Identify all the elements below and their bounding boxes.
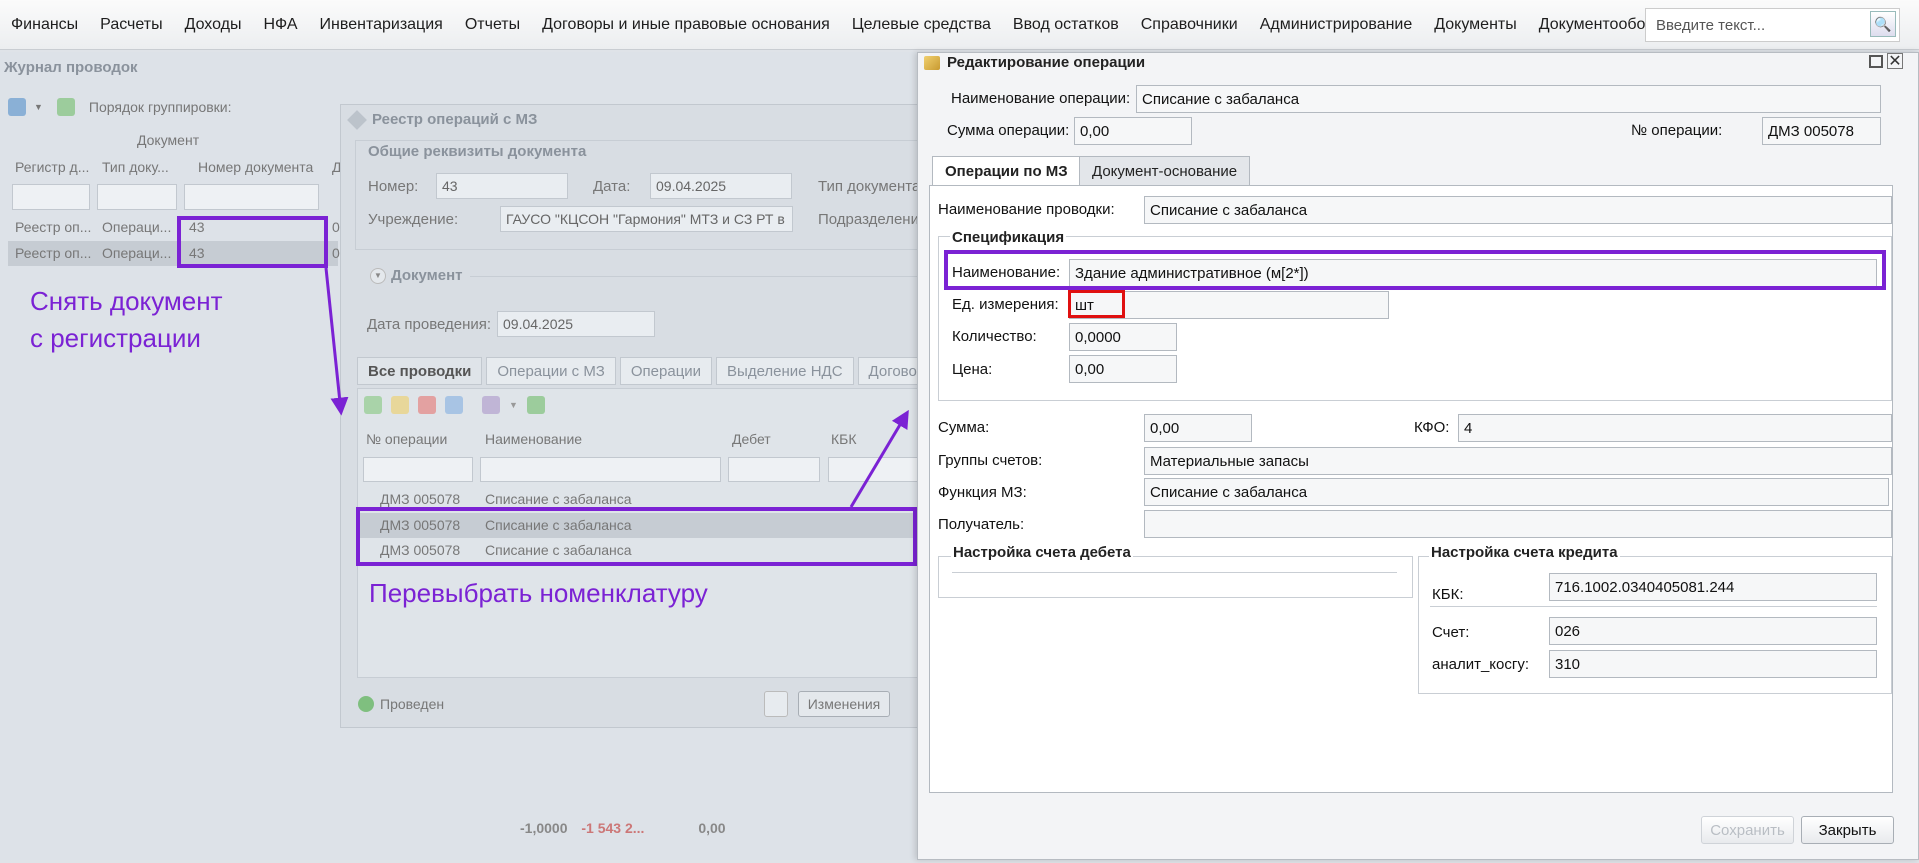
arrow-to-edit-window [849,409,909,508]
op-sum-label: Сумма операции: [947,122,1070,139]
price-field[interactable]: 0,00 [1069,355,1177,383]
mz-function-label: Функция МЗ: [938,484,1027,501]
quantity-label: Количество: [952,328,1037,345]
arrow-to-registry [324,267,349,416]
maximize-icon[interactable] [1869,55,1883,68]
close-icon[interactable]: ✕ [1887,53,1903,70]
close-button[interactable]: Закрыть [1801,816,1894,844]
op-name-field[interactable]: Списание с забаланса [1136,85,1881,113]
account-groups-label: Группы счетов: [938,452,1043,469]
op-number-label: № операции: [1631,122,1723,139]
sum-label: Сумма: [938,419,990,436]
mz-function-field[interactable]: Списание с забаланса [1144,478,1889,506]
recipient-label: Получатель: [938,516,1025,533]
save-button[interactable]: Сохранить [1701,816,1794,844]
price-label: Цена: [952,361,993,378]
debit-settings-section [938,556,1413,598]
highlight-unit [1068,290,1125,318]
op-number-field[interactable]: ДМЗ 005078 [1762,117,1881,145]
highlight-item-name [944,250,1886,290]
account-label: Счет: [1432,624,1470,641]
op-name-label: Наименование операции: [951,90,1131,107]
posting-name-label: Наименование проводки: [938,201,1115,218]
edit-window-icon [924,56,940,70]
credit-settings-title: Настройка счета кредита [1429,544,1620,561]
posting-name-field[interactable]: Списание с забаланса [1144,196,1892,224]
kfo-field[interactable]: 4 [1458,414,1892,442]
recipient-field[interactable] [1144,510,1892,538]
account-groups-field[interactable]: Материальные запасы [1144,447,1892,475]
kosgu-label: аналит_косгу: [1432,656,1530,673]
tab-operations-by-mz[interactable]: Операции по МЗ [932,156,1081,186]
divider [1430,606,1877,607]
sum-field[interactable]: 0,00 [1144,414,1252,442]
account-field[interactable]: 026 [1549,617,1877,645]
debit-settings-title: Настройка счета дебета [951,544,1133,561]
kbk-label: КБК: [1432,586,1464,603]
quantity-field[interactable]: 0,0000 [1069,323,1177,351]
unit-label: Ед. измерения: [952,296,1059,313]
kfo-label: КФО: [1414,419,1450,436]
kbk-field[interactable]: 716.1002.0340405081.244 [1549,573,1877,601]
kosgu-field[interactable]: 310 [1549,650,1877,678]
divider [952,572,1397,573]
tab-base-document[interactable]: Документ-основание [1079,156,1251,186]
edit-window-title: Редактирование операции [947,54,1146,71]
op-sum-field[interactable]: 0,00 [1074,117,1192,145]
spec-title: Спецификация [950,229,1067,246]
